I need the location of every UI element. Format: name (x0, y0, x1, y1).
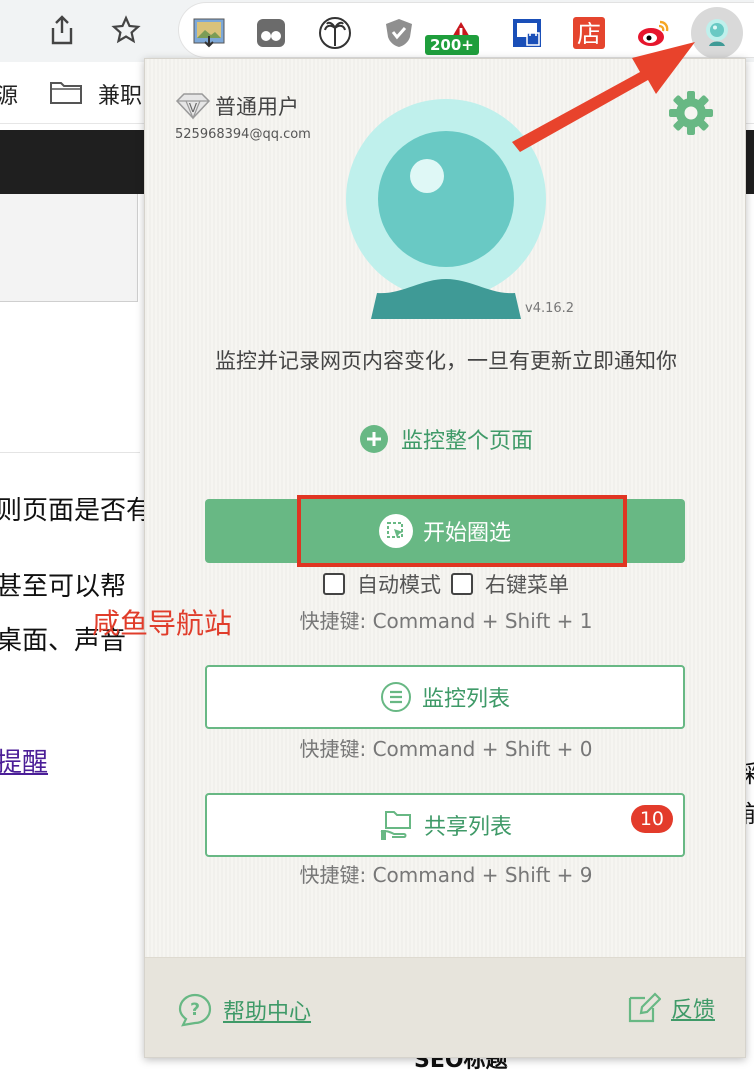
monitor-list-label: 监控列表 (421, 687, 510, 712)
monitor-whole-page-link[interactable]: 监控整个页面 (145, 423, 745, 455)
warning-icon[interactable]: 200+ (425, 13, 481, 55)
bookmark-folder-label[interactable]: 兼职 (98, 78, 142, 110)
shared-list-label: 共享列表 (423, 815, 512, 840)
share-icon[interactable] (40, 8, 84, 52)
image-download-icon[interactable] (189, 13, 229, 53)
palm-tree-icon[interactable] (315, 13, 355, 53)
help-center-link[interactable]: ? 帮助中心 (177, 992, 311, 1028)
shortcut-hint: 快捷键: Command + Shift + 0 (299, 737, 593, 761)
auto-mode-checkbox[interactable] (323, 573, 345, 595)
svg-text:?: ? (190, 1000, 200, 1020)
monitor-list-button[interactable]: 监控列表 (205, 665, 685, 729)
page-text-line: 则页面是否有 (0, 496, 153, 526)
popup-footer: ? 帮助中心 反馈 (145, 957, 745, 1057)
reader-glasses-icon[interactable] (251, 13, 291, 53)
tagline: 监控并记录网页内容变化，一旦有更新立即通知你 (215, 349, 677, 373)
diamond-icon: V (175, 93, 211, 120)
shortcut-hint: 快捷键: Command + Shift + 9 (299, 863, 593, 887)
shared-count-badge: 10 (630, 805, 673, 833)
right-click-menu-label: 右键菜单 (485, 573, 569, 597)
extension-popup: V 普通用户 525968394@qq.com v4.16.2 监控并记录网页内… (144, 58, 746, 1058)
user-level: 普通用户 (215, 95, 299, 119)
auto-mode-label: 自动模式 (357, 573, 441, 597)
help-center-label: 帮助中心 (223, 1000, 312, 1025)
shield-check-icon[interactable] (379, 13, 419, 53)
page-link[interactable]: 提醒 (0, 742, 48, 779)
help-icon: ? (178, 993, 212, 1027)
folder-icon (50, 82, 82, 104)
watermark-text: 咸鱼导航站 (92, 607, 233, 640)
page-grey-panel (0, 194, 138, 302)
annotation-arrow (512, 42, 695, 152)
feedback-label: 反馈 (670, 998, 715, 1023)
svg-text:V: V (189, 101, 198, 115)
page-text-line: 甚至可以帮 (0, 572, 127, 602)
annotation-highlight-box (297, 495, 627, 567)
extension-badge: 200+ (425, 35, 479, 55)
list-icon (380, 682, 411, 712)
right-click-menu-checkbox[interactable] (451, 573, 473, 595)
plus-circle-icon (359, 425, 388, 453)
star-icon[interactable] (104, 8, 148, 52)
user-email: 525968394@qq.com (175, 127, 311, 142)
bookmark-item-partial[interactable]: 源 (0, 78, 18, 110)
edit-icon (628, 992, 661, 1023)
divider (0, 452, 140, 453)
shared-folder-icon (380, 811, 411, 840)
shared-list-button[interactable]: 共享列表 10 (205, 793, 685, 857)
monitor-whole-page-label: 监控整个页面 (400, 429, 533, 454)
feedback-link[interactable]: 反馈 (627, 992, 715, 1024)
version-label: v4.16.2 (525, 301, 575, 316)
mode-options: 自动模式 右键菜单 (145, 569, 745, 599)
shortcut-hint: 快捷键: Command + Shift + 1 (299, 609, 593, 633)
user-info: V 普通用户 (175, 91, 299, 121)
